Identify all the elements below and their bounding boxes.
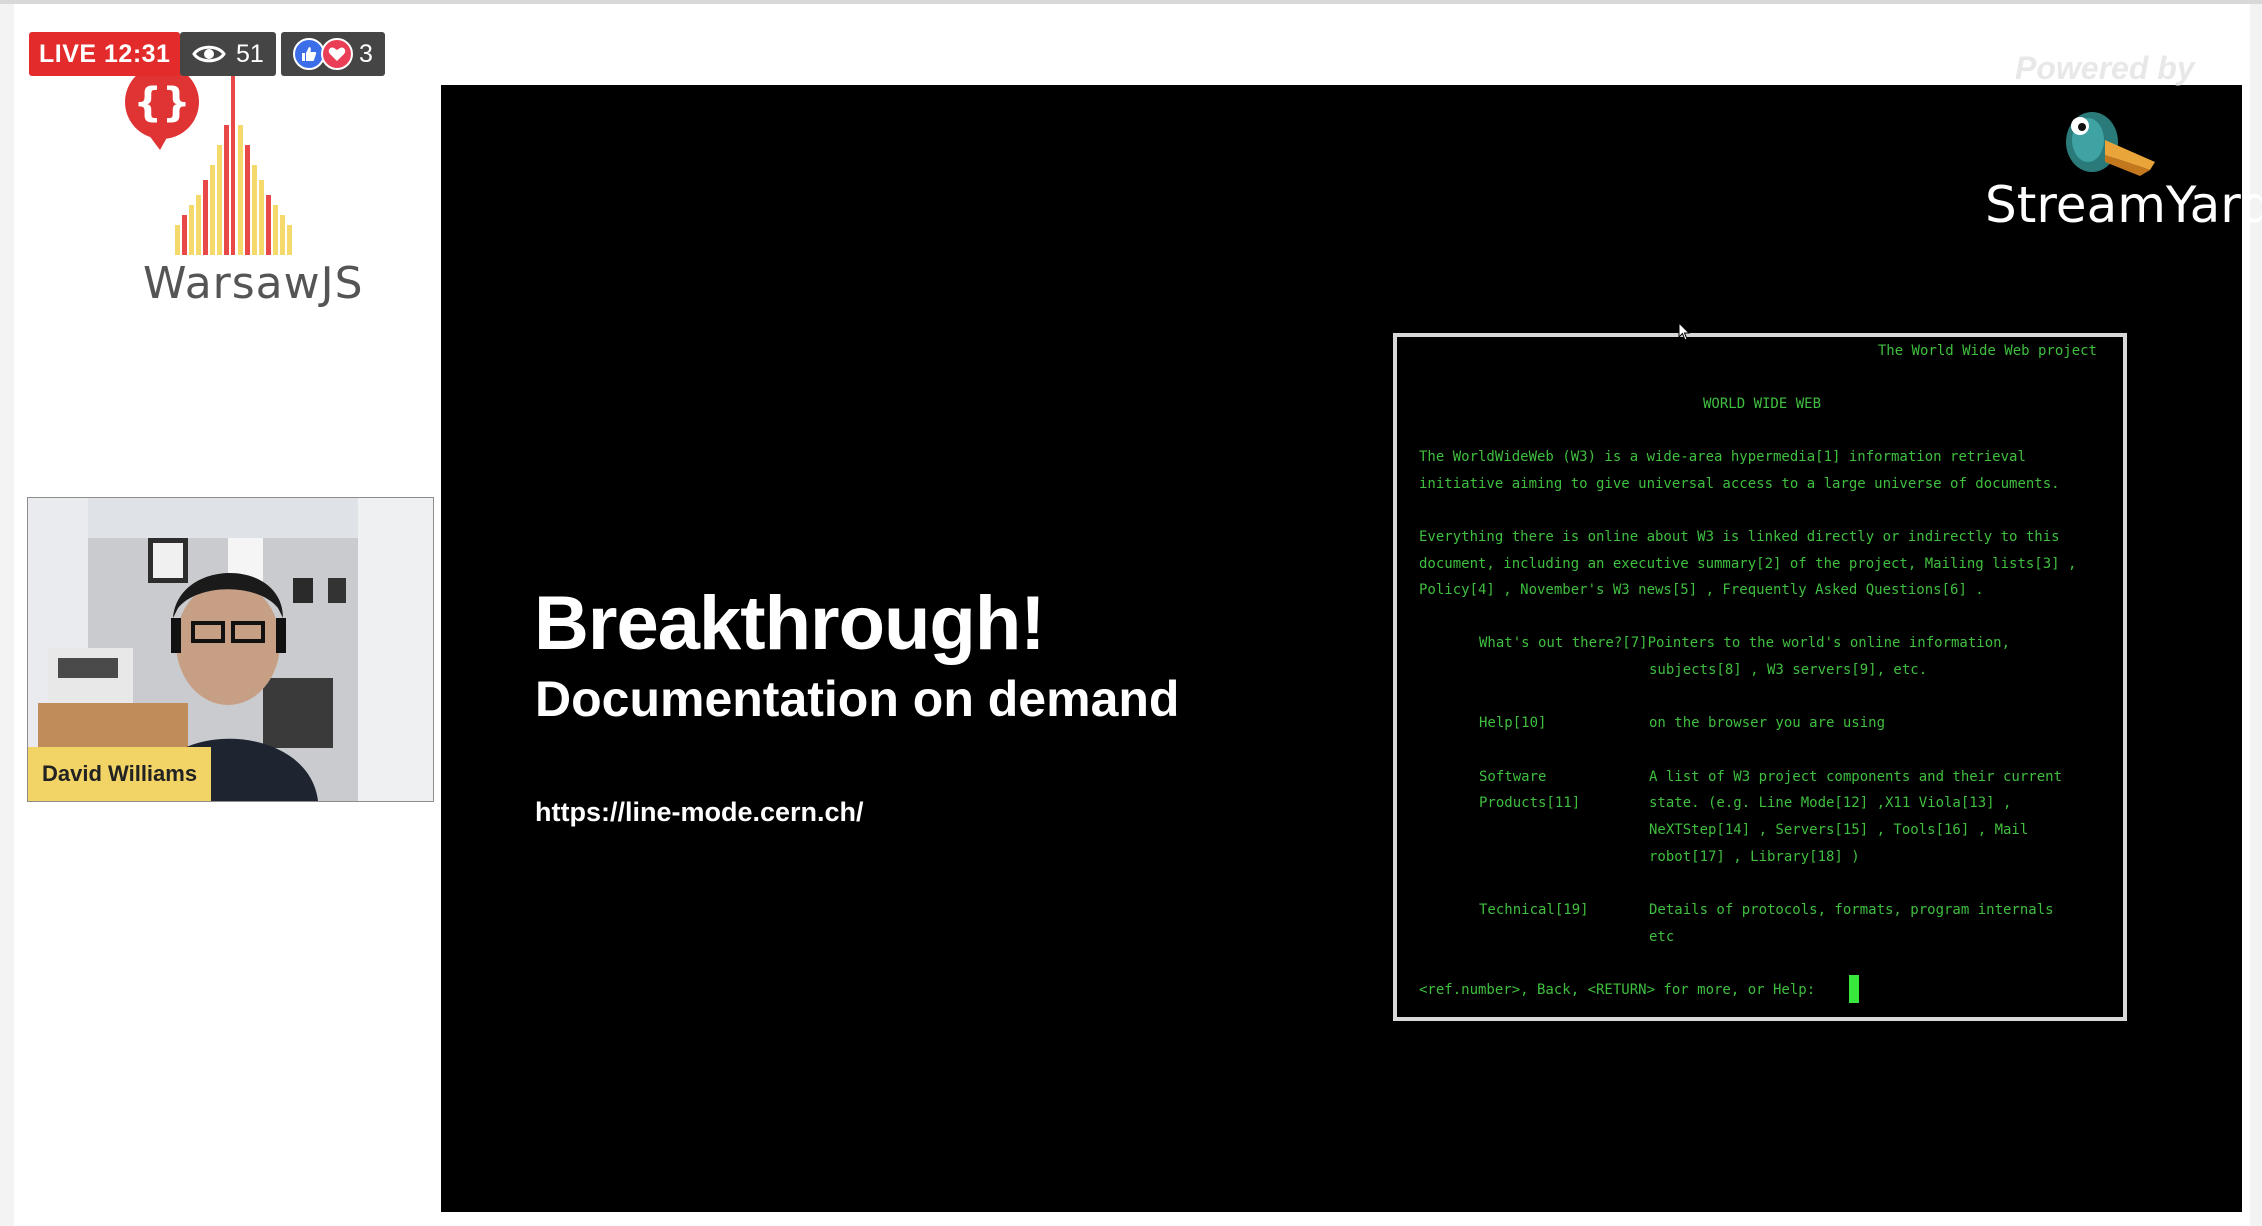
terminal-line: subjects[8] , W3 servers[9], etc. (1649, 662, 1928, 678)
slide-subtitle: Documentation on demand (535, 671, 1180, 727)
terminal-line: Everything there is online about W3 is l… (1419, 529, 2060, 545)
terminal-line: What's out there?[7]Pointers to the worl… (1479, 635, 2011, 651)
streamyard-duck-icon (2066, 112, 2155, 176)
viewer-count: 51 (236, 39, 264, 68)
terminal-line: Policy[4] , November's W3 news[5] , Freq… (1419, 582, 1984, 598)
terminal-line: Products[11] (1479, 795, 1581, 811)
terminal-line: NeXTStep[14] , Servers[15] , Tools[16] ,… (1649, 822, 2029, 838)
terminal-line: state. (e.g. Line Mode[12] ,X11 Viola[13… (1649, 795, 2012, 811)
stream-frame: {} WarsawJS LIVE 12:31 51 3 David Willia… (0, 0, 2262, 1226)
terminal-line: initiative aiming to give universal acce… (1419, 476, 2060, 492)
top-divider (0, 0, 2262, 4)
terminal-line: on the browser you are using (1649, 715, 1886, 731)
streamyard-logo-text: StreamYard (1985, 176, 2262, 234)
terminal-line: robot[17] , Library[18] ) (1649, 849, 1860, 865)
reactions-badge: 3 (281, 32, 385, 76)
reaction-count: 3 (359, 39, 373, 68)
heart-icon (321, 38, 353, 70)
mouse-pointer-icon (1678, 322, 1691, 341)
terminal-line: The WorldWideWeb (W3) is a wide-area hyp… (1419, 449, 2026, 465)
terminal-line: Help[10] (1479, 715, 1547, 731)
speech-bubble-braces-icon: {} (125, 70, 199, 150)
participant-name-tag: David Williams (28, 747, 212, 801)
line-mode-browser-screen: The World Wide Web project WORLD WIDE WE… (1393, 333, 2127, 1021)
presentation-slide: Breakthrough! Documentation on demand ht… (441, 85, 2242, 1212)
live-timer-badge: LIVE 12:31 (29, 32, 181, 76)
terminal-line: document, including an executive summary… (1419, 556, 2077, 572)
terminal-line: Details of protocols, formats, program i… (1649, 902, 2054, 918)
terminal-line: Software (1479, 769, 1547, 785)
terminal-line: A list of W3 project components and thei… (1649, 769, 2063, 785)
warsawjs-logo-text: WarsawJS (143, 258, 364, 309)
terminal-line: etc (1649, 929, 1675, 945)
participant-video-tile[interactable]: David Williams (27, 497, 434, 802)
terminal-cursor (1849, 975, 1859, 1003)
left-margin (0, 4, 14, 1226)
terminal-heading: WORLD WIDE WEB (1703, 396, 1822, 412)
svg-text:{}: {} (134, 80, 191, 126)
terminal-prompt: <ref.number>, Back, <RETURN> for more, o… (1419, 982, 1816, 998)
slide-url: https://line-mode.cern.ch/ (535, 797, 864, 827)
powered-by-label: Powered by (2015, 50, 2195, 86)
terminal-header: The World Wide Web project (1877, 343, 2097, 359)
slide-title: Breakthrough! (534, 581, 1046, 666)
viewer-count-badge: 51 (180, 32, 276, 76)
eye-icon (192, 45, 226, 63)
terminal-line: Technical[19] (1479, 902, 1589, 918)
